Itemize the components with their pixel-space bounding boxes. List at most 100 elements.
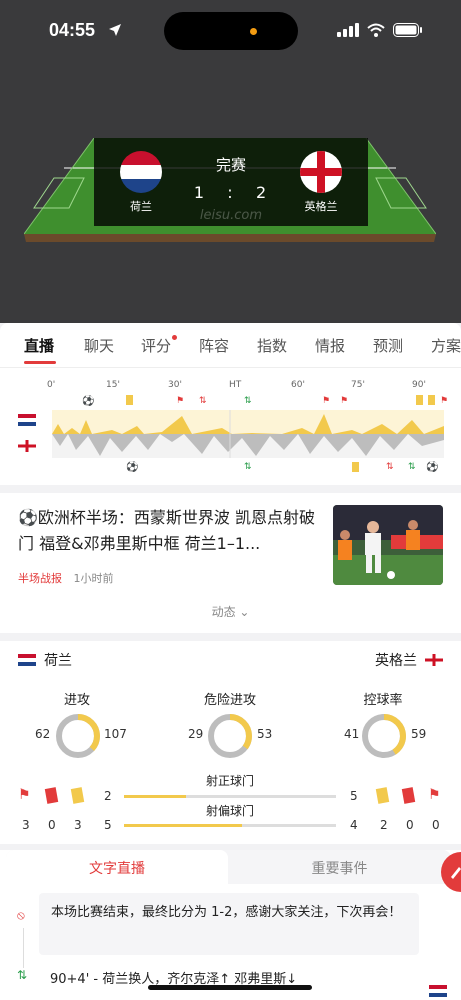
match-timeline: 0' 15' 30' HT 60' 75' 90' ⚽ ⚑ ⇅ ⇅ ⚑ ⚑ ⚑ …	[0, 367, 461, 485]
attack-ring	[56, 714, 100, 758]
news-thumbnail[interactable]	[333, 505, 443, 585]
away-dangerous-value: 53	[257, 727, 273, 741]
tab-chat[interactable]: 聊天	[84, 335, 114, 356]
shots-on-target-label: 射正球门	[205, 774, 254, 788]
score-separator: :	[227, 183, 235, 202]
home-possession-value: 41	[344, 727, 360, 741]
tab-lineup[interactable]: 阵容	[199, 335, 229, 356]
away-flag-small-icon	[18, 440, 36, 452]
home-flag-small-icon	[429, 985, 447, 997]
signal-icon	[337, 22, 359, 41]
corner-flag-icon: ⚑	[176, 396, 185, 406]
section-tabs: 直播 聊天 评分 阵容 指数 情报 预测 方案	[0, 323, 461, 367]
news-time: 1小时前	[73, 572, 114, 585]
corner-flag-icon: ⚑	[322, 396, 331, 406]
away-score: 2	[255, 183, 269, 202]
shots-on-target-fill	[124, 795, 186, 798]
timeline-tick: 60'	[291, 380, 305, 390]
home-attack-value: 62	[35, 727, 51, 741]
tab-rating[interactable]: 评分	[141, 335, 171, 356]
away-flag-small-icon	[425, 654, 443, 666]
timeline-tick: 90'	[412, 380, 426, 390]
match-header: 04:55 荷兰 完赛 1: 2 leisu.com 英格兰	[0, 0, 461, 323]
home-indicator[interactable]	[148, 985, 312, 990]
dynamic-island	[164, 12, 298, 50]
shots-off-target-label: 射偏球门	[205, 804, 254, 818]
tab-intel[interactable]: 情报	[315, 335, 345, 356]
more-news-toggle[interactable]: 动态 ⌄	[0, 603, 461, 620]
home-shots-on-target: 2	[104, 789, 112, 803]
home-flag-small-icon	[18, 654, 36, 666]
substitution-icon: ⇅	[199, 396, 207, 406]
substitution-icon: ⇅	[408, 462, 416, 472]
tab-prediction[interactable]: 预测	[373, 335, 403, 356]
tab-plans[interactable]: 方案	[431, 335, 461, 356]
status-time: 04:55	[49, 20, 96, 40]
goal-ball-icon: ⚽	[82, 396, 95, 407]
news-meta: 半场战报 1小时前	[18, 570, 114, 586]
substitution-icon: ⇅	[386, 462, 394, 472]
shots-off-target-bar	[124, 824, 336, 827]
goal-ball-icon: ⚽	[426, 462, 439, 473]
away-flag-icon	[300, 151, 342, 193]
away-shots-on-target: 5	[350, 789, 358, 803]
yellow-card-icon	[352, 462, 359, 472]
timeline-tick: 75'	[351, 380, 365, 390]
yellow-card-icon	[126, 395, 133, 405]
possession-ring	[362, 714, 406, 758]
yellow-card-icon	[70, 787, 85, 804]
tab-odds[interactable]: 指数	[257, 335, 287, 356]
timeline-tick: HT	[229, 380, 242, 390]
news-tag: 半场战报	[18, 572, 62, 585]
shots-on-target-bar	[124, 795, 336, 798]
tab-text-live[interactable]: 文字直播	[6, 850, 228, 884]
home-red-cards: 0	[48, 818, 56, 832]
away-corners: 0	[432, 818, 440, 832]
substitution-icon: ⇅	[244, 462, 252, 472]
match-stats: 荷兰 英格兰 进攻 62 107 危险进攻 29 53 控球率 41 59 ⚑ …	[0, 641, 461, 844]
yellow-card-icon	[375, 787, 390, 804]
corner-flag-icon: ⚑	[440, 396, 449, 406]
away-red-cards: 0	[406, 818, 414, 832]
red-card-icon	[44, 787, 59, 804]
news-card[interactable]: ⚽欧洲杯半场：西蒙斯世界波 凯恩点射破门 福登&邓弗里斯中框 荷兰1–1... …	[0, 493, 461, 633]
away-yellow-cards: 2	[380, 818, 388, 832]
momentum-chart	[52, 410, 444, 458]
away-team-label: 英格兰	[375, 653, 417, 669]
goal-ball-icon: ⚽	[126, 462, 139, 473]
scoreboard: 荷兰 完赛 1 : 2 leisu.com 英格兰	[94, 138, 368, 226]
home-dangerous-value: 29	[188, 727, 204, 741]
tab-live[interactable]: 直播	[24, 335, 54, 356]
shots-off-target-fill	[124, 824, 242, 827]
substitution-icon: ⇅	[17, 968, 28, 982]
home-team-header: 荷兰	[18, 650, 72, 670]
home-shots-off-target: 5	[104, 818, 112, 832]
location-arrow-icon	[108, 22, 122, 41]
stat-label-dangerous-attack: 危险进攻	[203, 693, 256, 708]
live-tabs: 文字直播 重要事件	[6, 850, 451, 884]
news-title[interactable]: ⚽欧洲杯半场：西蒙斯世界波 凯恩点射破门 福登&邓弗里斯中框 荷兰1–1...	[18, 505, 316, 557]
away-shots-off-target: 4	[350, 818, 358, 832]
red-card-icon	[401, 787, 416, 804]
wifi-icon	[367, 22, 385, 41]
home-score: 1	[193, 183, 207, 202]
active-tab-indicator	[24, 361, 56, 364]
text-live-section: 文字直播 重要事件 ⦸ 本场比赛结束，最终比分为 1-2，感谢大家关注，下次再会…	[0, 850, 461, 1000]
timeline-tick: 15'	[106, 380, 120, 390]
tab-key-events[interactable]: 重要事件	[228, 858, 451, 878]
away-team-header: 英格兰	[375, 650, 443, 670]
battery-icon	[393, 22, 423, 41]
rating-notification-dot	[172, 335, 177, 340]
edit-icon	[451, 867, 461, 879]
away-team-name: 英格兰	[304, 200, 338, 213]
stat-label-attack: 进攻	[63, 693, 90, 708]
corner-flag-icon: ⚑	[340, 396, 349, 406]
home-corners: 3	[22, 818, 30, 832]
timeline-tick: 0'	[47, 380, 56, 390]
status-bar: 04:55	[0, 0, 461, 60]
yellow-card-icon	[416, 395, 423, 405]
stat-label-possession: 控球率	[363, 693, 403, 708]
timeline-line	[23, 928, 24, 968]
live-message: 本场比赛结束，最终比分为 1-2，感谢大家关注，下次再会！	[39, 893, 419, 955]
home-flag-small-icon	[18, 414, 36, 426]
